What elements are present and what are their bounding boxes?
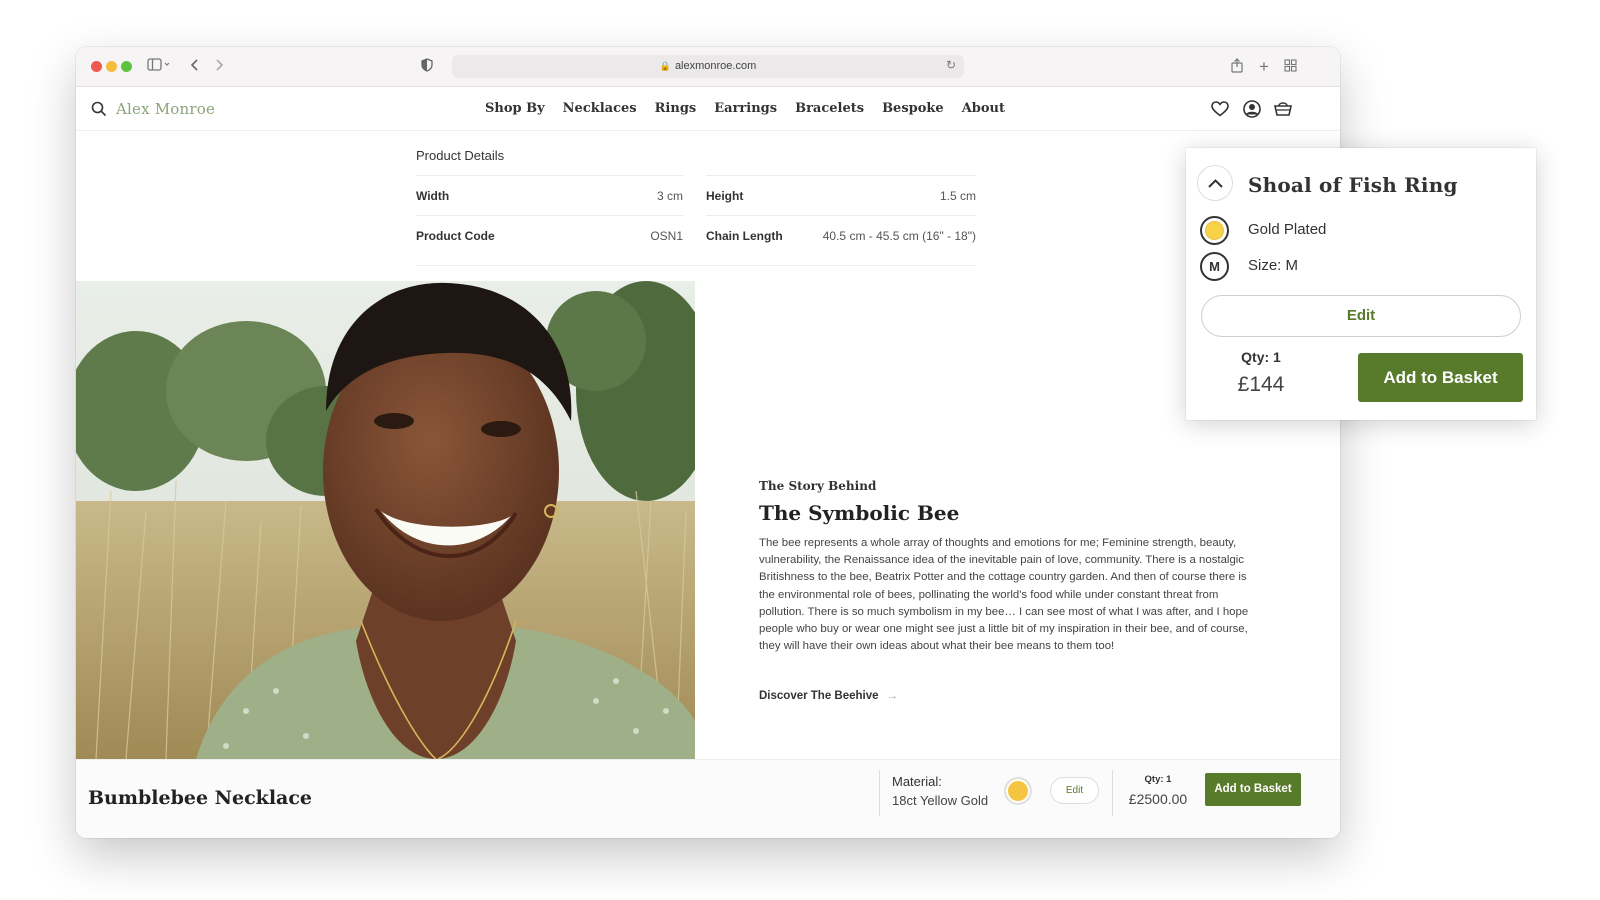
back-icon[interactable] <box>188 58 202 76</box>
edit-button[interactable]: Edit <box>1050 777 1099 804</box>
menu-bracelets[interactable]: Bracelets <box>795 101 864 116</box>
menu-necklaces[interactable]: Necklaces <box>563 101 637 116</box>
maximize-window-button[interactable] <box>121 61 132 72</box>
popover-size: Size: M <box>1248 257 1299 274</box>
gold-swatch[interactable] <box>1200 216 1229 245</box>
detail-label: Product Code <box>416 229 495 243</box>
popover-quantity: Qty: 1 <box>1241 349 1281 365</box>
price: £2500.00 <box>1128 791 1188 807</box>
menu-rings[interactable]: Rings <box>655 101 697 116</box>
divider <box>1112 770 1113 816</box>
detail-value: OSN1 <box>650 229 683 243</box>
search-icon[interactable] <box>90 100 108 118</box>
menu-earrings[interactable]: Earrings <box>714 101 777 116</box>
detail-label: Chain Length <box>706 229 783 243</box>
menu-bespoke[interactable]: Bespoke <box>882 101 944 116</box>
popover-product-title: Shoal of Fish Ring <box>1248 173 1458 197</box>
discover-beehive-label: Discover The Beehive <box>759 690 879 702</box>
site-logo[interactable]: Alex Monroe <box>116 100 215 118</box>
discover-beehive-link[interactable]: Discover The Beehive → <box>759 690 898 702</box>
lock-icon: 🔒 <box>659 61 671 71</box>
arrow-right-icon: → <box>886 690 899 702</box>
reload-icon[interactable]: ↻ <box>946 58 956 72</box>
chevron-up-icon <box>1208 179 1223 188</box>
sticky-purchase-bar: Bumblebee Necklace Material: 18ct Yellow… <box>76 759 1340 838</box>
basket-icon[interactable] <box>1273 99 1293 119</box>
account-icon[interactable] <box>1242 99 1262 119</box>
popover-edit-button[interactable]: Edit <box>1201 295 1521 337</box>
close-window-button[interactable] <box>91 61 102 72</box>
detail-value: 1.5 cm <box>939 189 976 203</box>
add-to-basket-button[interactable]: Add to Basket <box>1205 773 1301 806</box>
divider <box>879 770 880 816</box>
detail-label: Width <box>416 189 450 203</box>
product-details-heading: Product Details <box>416 148 505 163</box>
details-divider <box>416 265 976 266</box>
browser-toolbar: 🔒 alexmonroe.com ↻ + <box>76 47 1340 87</box>
site-header: Alex Monroe Shop By Necklaces Rings Earr… <box>76 87 1340 131</box>
detail-row-chain-length: Chain Length 40.5 cm - 45.5 cm (16" - 18… <box>706 215 976 255</box>
detail-value: 3 cm <box>656 189 683 203</box>
popover-price: £144 <box>1237 373 1285 396</box>
detail-value: 40.5 cm - 45.5 cm (16" - 18") <box>822 229 976 243</box>
wishlist-heart-icon[interactable] <box>1210 99 1230 119</box>
menu-shop-by[interactable]: Shop By <box>485 101 545 116</box>
size-badge[interactable]: M <box>1200 252 1229 281</box>
story-body: The bee represents a whole array of thou… <box>759 537 1249 653</box>
popover-material: Gold Plated <box>1248 221 1327 238</box>
url-text: alexmonroe.com <box>674 60 757 72</box>
tab-overview-icon[interactable] <box>1282 58 1298 76</box>
detail-row-product-code: Product Code OSN1 <box>416 215 683 255</box>
address-bar[interactable]: 🔒 alexmonroe.com ↻ <box>452 55 964 78</box>
popover-add-to-basket-button[interactable]: Add to Basket <box>1358 353 1523 402</box>
quick-buy-popover: Shoal of Fish Ring Gold Plated M Size: M… <box>1186 148 1536 420</box>
material-swatch[interactable] <box>1004 777 1032 805</box>
quantity-label: Qty: 1 <box>1144 774 1172 785</box>
story-kicker: The Story Behind <box>759 479 877 493</box>
minimize-window-button[interactable] <box>106 61 117 72</box>
new-tab-icon[interactable]: + <box>1256 58 1272 76</box>
story-title: The Symbolic Bee <box>759 501 960 525</box>
material-label: Material: <box>892 774 942 789</box>
detail-row-width: Width 3 cm <box>416 175 683 215</box>
model-photo <box>76 281 695 759</box>
collapse-button[interactable] <box>1197 165 1233 201</box>
material-value: 18ct Yellow Gold <box>892 793 989 808</box>
detail-label: Height <box>706 189 744 203</box>
share-icon[interactable] <box>1229 58 1245 76</box>
forward-icon[interactable] <box>212 58 226 76</box>
privacy-shield-icon[interactable] <box>419 58 435 76</box>
browser-window: 🔒 alexmonroe.com ↻ + Alex Monroe Shop By … <box>76 47 1340 838</box>
menu-about[interactable]: About <box>962 101 1005 116</box>
product-name: Bumblebee Necklace <box>88 787 313 809</box>
sidebar-toggle-icon[interactable] <box>146 58 172 76</box>
main-menu: Shop By Necklaces Rings Earrings Bracele… <box>485 101 1005 116</box>
detail-row-height: Height 1.5 cm <box>706 175 976 215</box>
